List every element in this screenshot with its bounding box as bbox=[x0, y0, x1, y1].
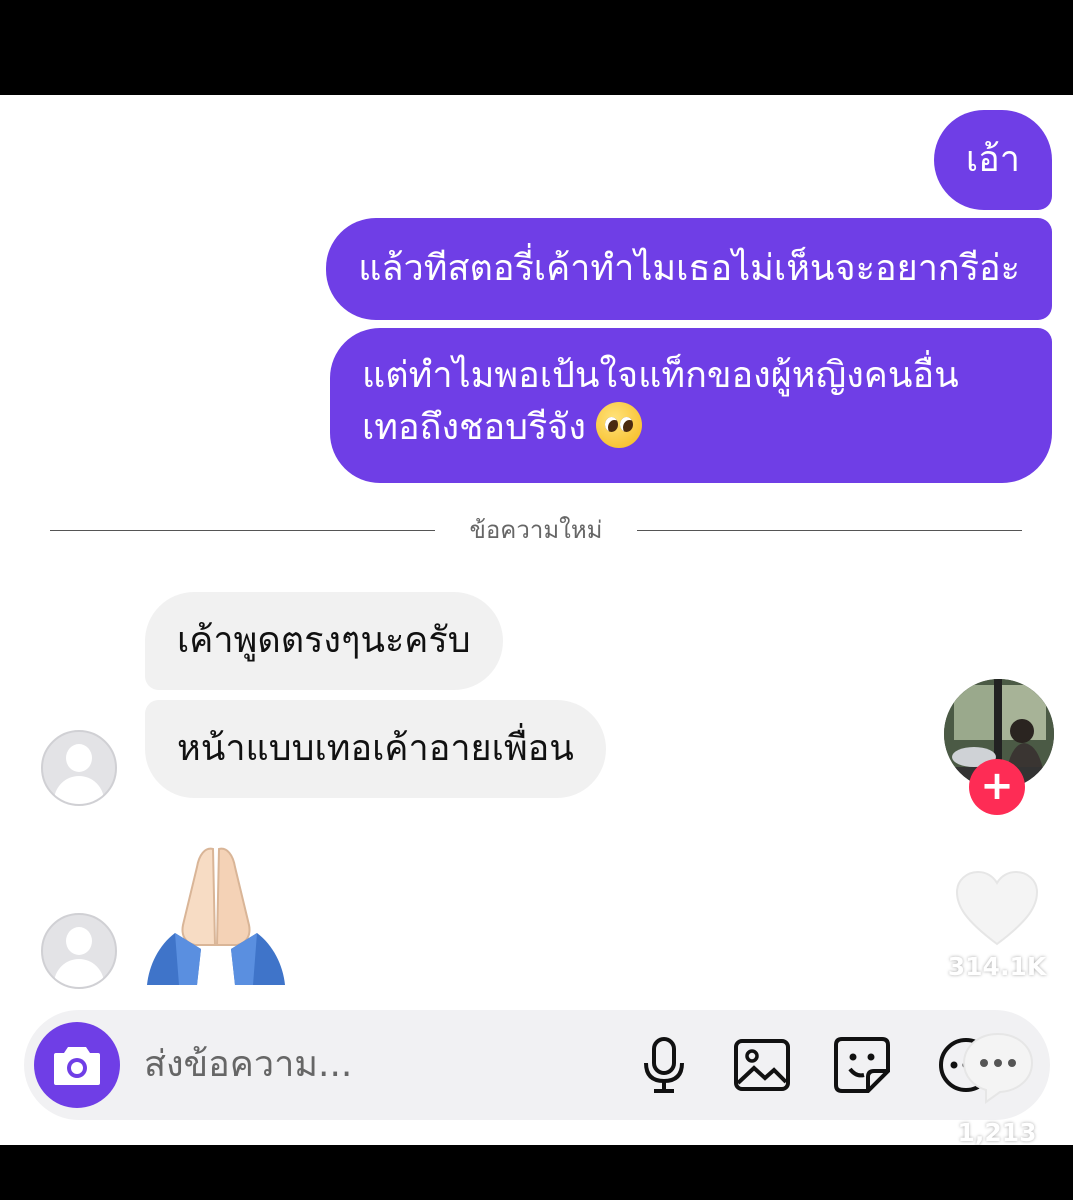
camera-button[interactable] bbox=[34, 1022, 120, 1108]
received-message[interactable]: เค้าพูดตรงๆนะครับ bbox=[145, 592, 503, 690]
comment-count: 1,213 bbox=[957, 1118, 1037, 1145]
sent-message[interactable]: แต่ทำไมพอเป้นใจแท็กของผู้หญิงคนอื่น เทอถ… bbox=[330, 328, 1052, 483]
message-composer: ส่งข้อความ... bbox=[24, 1010, 1050, 1120]
message-text: หน้าแบบเทอเค้าอายเพื่อน bbox=[177, 728, 574, 769]
message-input[interactable]: ส่งข้อความ... bbox=[144, 1038, 352, 1092]
folded-hands-emoji[interactable] bbox=[145, 847, 287, 985]
sent-message[interactable]: เอ้า bbox=[933, 110, 1052, 210]
message-text-line: แต่ทำไมพอเป้นใจแท็กของผู้หญิงคนอื่น bbox=[362, 355, 959, 396]
image-icon[interactable] bbox=[732, 1035, 792, 1095]
avatar-head-shape bbox=[66, 744, 92, 772]
like-count: 314.1K bbox=[947, 952, 1047, 981]
sent-message[interactable]: แล้วทีสตอรี่เค้าทำไมเธอไม่เห็นจะอยากรีอ่… bbox=[326, 218, 1052, 320]
message-text: เอ้า bbox=[965, 139, 1020, 180]
pleading-face-emoji bbox=[595, 402, 642, 448]
avatar-head-shape bbox=[66, 927, 92, 955]
message-text: เค้าพูดตรงๆนะครับ bbox=[177, 620, 471, 661]
heart-icon[interactable] bbox=[955, 870, 1039, 948]
sticker-icon[interactable] bbox=[832, 1035, 892, 1095]
comment-icon[interactable] bbox=[960, 1030, 1036, 1104]
camera-icon bbox=[54, 1047, 100, 1085]
message-text-line: เทอถึงชอบรีจัง bbox=[362, 407, 586, 448]
divider-line bbox=[637, 530, 1022, 531]
sender-avatar[interactable] bbox=[41, 913, 117, 989]
message-text: แล้วทีสตอรี่เค้าทำไมเธอไม่เห็นจะอยากรีอ่… bbox=[358, 248, 1020, 289]
microphone-icon[interactable] bbox=[634, 1035, 694, 1095]
avatar-body-shape bbox=[54, 776, 104, 804]
chat-screen: เอ้า แล้วทีสตอรี่เค้าทำไมเธอไม่เห็นจะอยา… bbox=[0, 95, 1073, 1145]
avatar-body-shape bbox=[54, 959, 104, 987]
received-message[interactable]: หน้าแบบเทอเค้าอายเพื่อน bbox=[145, 700, 606, 798]
new-messages-divider: ข้อความใหม่ bbox=[50, 516, 1022, 544]
sender-avatar[interactable] bbox=[41, 730, 117, 806]
follow-button[interactable]: + bbox=[969, 759, 1025, 815]
